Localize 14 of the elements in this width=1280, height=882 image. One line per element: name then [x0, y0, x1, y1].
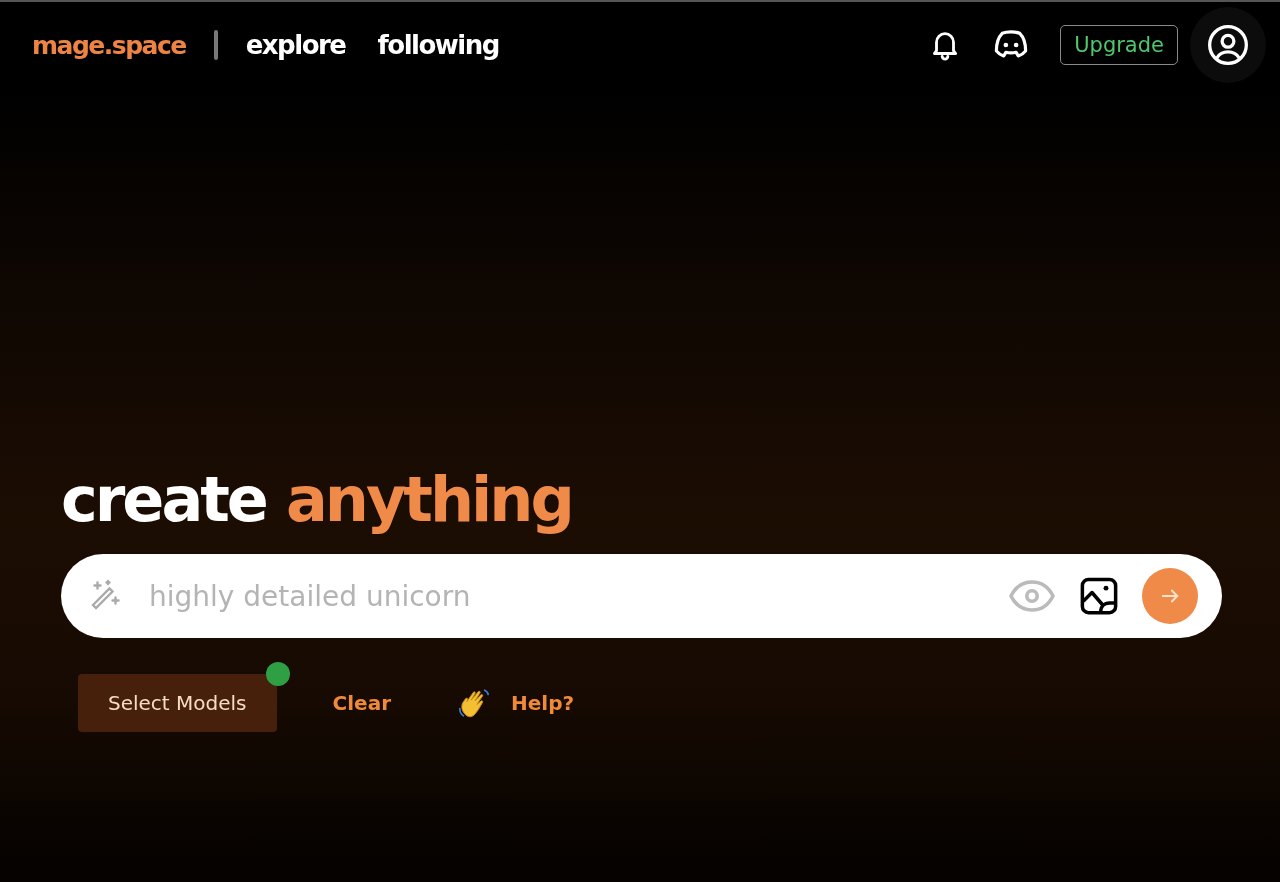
headline-word: anything: [285, 465, 572, 534]
prompt-field[interactable]: highly detailed unicorn: [147, 578, 1008, 614]
user-profile-icon[interactable]: [1206, 23, 1250, 67]
upgrade-button[interactable]: Upgrade: [1060, 25, 1178, 65]
nav-link[interactable]: explore: [245, 30, 346, 60]
help-link[interactable]: Help?: [505, 687, 581, 719]
waving-hand-icon: [457, 686, 491, 720]
clear-link[interactable]: Clear: [326, 687, 397, 719]
logo-link[interactable]: mage.space: [32, 30, 186, 60]
nav-link[interactable]: following: [377, 30, 499, 60]
image-icon[interactable]: [1078, 575, 1120, 617]
prompt-bar[interactable]: highly detailed unicorn: [61, 554, 1222, 638]
headline-word: create: [61, 465, 266, 534]
select-models-button[interactable]: Select Models: [78, 674, 277, 732]
